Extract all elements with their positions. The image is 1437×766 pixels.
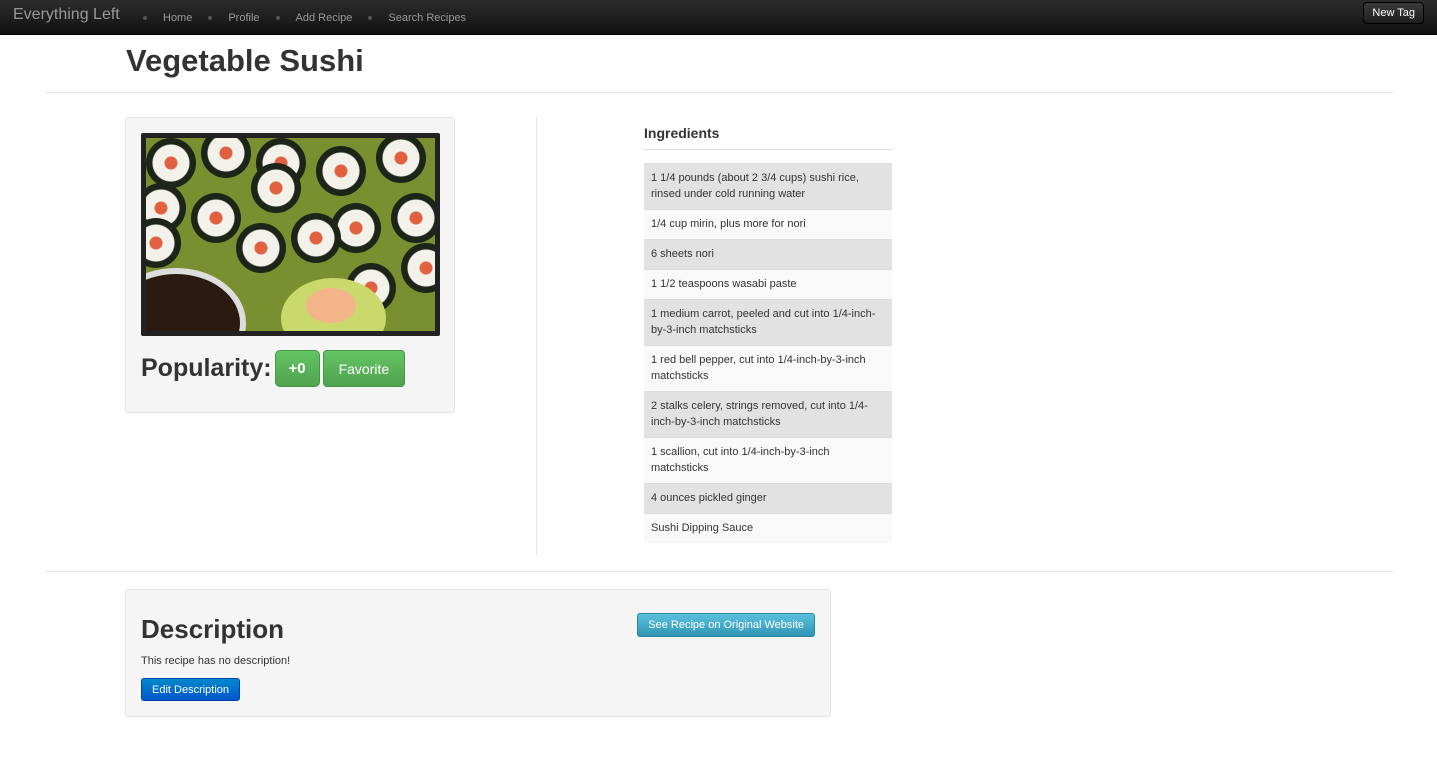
popularity-row: Popularity: +0 Favorite: [141, 350, 406, 387]
description-text: This recipe has no description!: [141, 655, 291, 667]
ingredient-item: 2 stalks celery, strings removed, cut in…: [644, 391, 892, 437]
ingredient-item: 4 ounces pickled ginger: [644, 483, 892, 513]
ingredient-item: 1 red bell pepper, cut into 1/4-inch-by-…: [644, 345, 892, 391]
ingredient-item: 1 medium carrot, peeled and cut into 1/4…: [644, 299, 892, 345]
sushi-image: [146, 138, 435, 331]
nav-link-profile[interactable]: Profile: [221, 12, 266, 24]
title-divider: [45, 92, 1393, 93]
brand-logo[interactable]: Everything Left: [13, 6, 120, 24]
ingredients-heading: Ingredients: [644, 125, 720, 141]
nav-separator: [208, 15, 213, 20]
ingredient-item: 6 sheets nori: [644, 239, 892, 269]
nav-separator: [368, 15, 373, 20]
column-divider: [536, 117, 537, 555]
favorite-button[interactable]: Favorite: [322, 350, 406, 387]
nav-link-search-recipes[interactable]: Search Recipes: [381, 12, 473, 24]
popularity-label: Popularity:: [141, 354, 272, 382]
nav-separator: [275, 15, 280, 20]
ingredient-item: 1 1/2 teaspoons wasabi paste: [644, 269, 892, 299]
section-divider: [45, 571, 1393, 572]
nav-separator: [143, 15, 147, 20]
recipe-image-card: Popularity: +0 Favorite: [125, 117, 455, 413]
ingredient-item: Sushi Dipping Sauce: [644, 513, 892, 543]
top-navbar: Everything Left Home Profile Add Recipe …: [0, 0, 1437, 35]
page-title: Vegetable Sushi: [126, 43, 364, 78]
ingredient-item: 1/4 cup mirin, plus more for nori: [644, 209, 892, 239]
ingredients-rule: [644, 149, 892, 150]
description-card: Description This recipe has no descripti…: [125, 589, 831, 717]
ingredients-list: 1 1/4 pounds (about 2 3/4 cups) sushi ri…: [644, 163, 892, 543]
recipe-photo: [141, 133, 440, 336]
description-heading: Description: [141, 614, 285, 644]
nav-link-add-recipe[interactable]: Add Recipe: [289, 12, 360, 24]
new-tag-button[interactable]: New Tag: [1363, 2, 1424, 24]
ingredient-item: 1 1/4 pounds (about 2 3/4 cups) sushi ri…: [644, 163, 892, 209]
original-website-button[interactable]: See Recipe on Original Website: [637, 613, 815, 637]
ingredient-item: 1 scallion, cut into 1/4-inch-by-3-inch …: [644, 437, 892, 483]
popularity-count: +0: [274, 350, 320, 387]
nav-menu: Home Profile Add Recipe Search Recipes: [134, 0, 473, 35]
nav-link-home[interactable]: Home: [156, 12, 199, 24]
edit-description-button[interactable]: Edit Description: [141, 678, 241, 701]
